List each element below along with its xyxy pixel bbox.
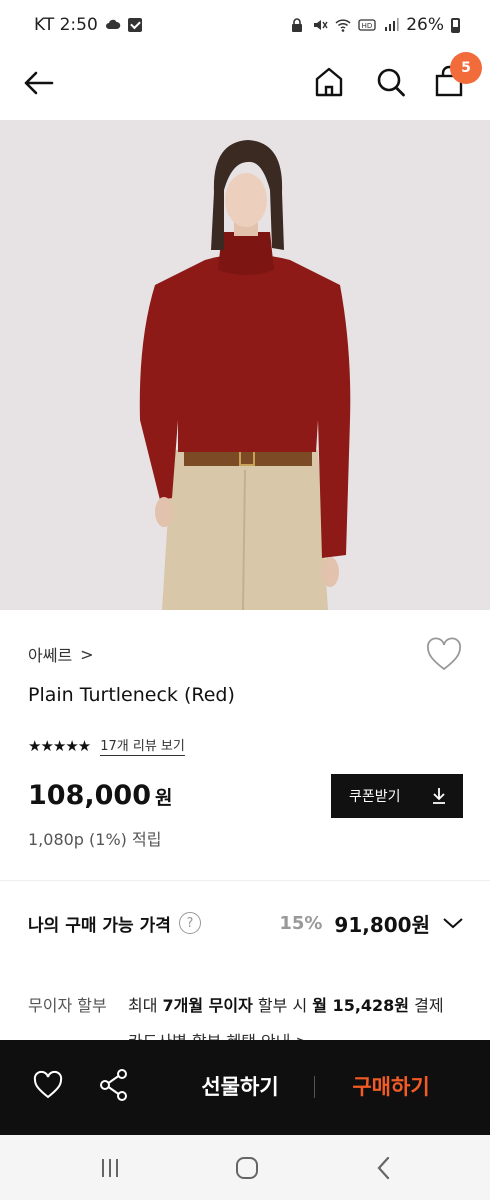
installment-row: 무이자 할부 최대 7개월 무이자 할부 시 월 15,428원 결제 — [28, 992, 468, 1016]
download-icon — [433, 788, 445, 804]
status-bar: KT 2:50 HD 26% — [0, 0, 490, 50]
product-name: Plain Turtleneck (Red) — [28, 684, 235, 706]
checkbox-notification-icon — [127, 18, 142, 32]
price-unit: 원 — [154, 787, 173, 809]
wifi-icon — [335, 19, 351, 32]
back-icon[interactable] — [372, 1155, 398, 1181]
coupon-label: 쿠폰받기 — [349, 789, 401, 805]
discount-rate: 15% — [279, 912, 323, 934]
carrier-time: KT 2:50 — [34, 15, 98, 35]
svg-text:HD: HD — [362, 22, 373, 30]
product-image[interactable] — [0, 120, 490, 610]
top-nav: 5 — [0, 50, 490, 118]
member-price-right: 15% 91,800원 — [279, 909, 464, 938]
member-price-label: 나의 구매 가능 가격 — [28, 915, 171, 936]
price-value: 108,000 — [28, 780, 151, 811]
brand-link[interactable]: 아쎄르 > — [28, 642, 94, 666]
installment-label: 무이자 할부 — [28, 996, 107, 1015]
installment-text: 최대 7개월 무이자 할부 시 월 15,428원 결제 — [128, 996, 444, 1015]
chevron-down-icon[interactable] — [442, 916, 464, 930]
lock-icon — [292, 18, 303, 32]
hd-icon: HD — [358, 19, 376, 31]
back-arrow-icon[interactable] — [20, 64, 58, 102]
member-price-value: 91,800원 — [334, 912, 430, 937]
rating-stars: ★★★★★ — [28, 736, 91, 755]
gift-button[interactable]: 선물하기 — [170, 1062, 310, 1110]
home-circle-icon[interactable] — [234, 1155, 260, 1181]
wishlist-heart-icon[interactable] — [424, 636, 464, 674]
chevron-right-icon: > — [80, 644, 94, 664]
home-icon[interactable] — [312, 64, 346, 100]
points-earned: 1,080p (1%) 적립 — [28, 830, 162, 849]
help-icon[interactable]: ? — [178, 912, 201, 934]
product-price: 108,000 원 — [28, 780, 172, 811]
separator — [314, 1076, 315, 1098]
search-icon[interactable] — [374, 64, 408, 100]
bottom-action-bar: 선물하기 구매하기 — [0, 1040, 490, 1135]
cloud-icon — [105, 19, 121, 29]
divider — [0, 880, 490, 881]
signal-icon — [385, 18, 399, 31]
status-right: HD 26% — [289, 15, 460, 35]
rating-row: ★★★★★ 17개 리뷰 보기 — [28, 735, 185, 756]
battery-percent: 26% — [406, 15, 444, 35]
get-coupon-button[interactable]: 쿠폰받기 — [331, 774, 463, 818]
buy-button[interactable]: 구매하기 — [320, 1062, 462, 1110]
product-photo-illustration — [0, 120, 490, 610]
brand-name: 아쎄르 — [28, 646, 73, 665]
member-price-row[interactable]: 나의 구매 가능 가격 ? 15% 91,800원 — [28, 906, 464, 940]
heart-icon[interactable] — [32, 1070, 64, 1100]
share-icon[interactable] — [98, 1068, 130, 1102]
status-left: KT 2:50 — [34, 15, 142, 35]
review-link[interactable]: 17개 리뷰 보기 — [100, 735, 185, 756]
cart-count-badge[interactable]: 5 — [450, 52, 482, 84]
battery-icon — [451, 17, 460, 33]
system-nav-bar — [0, 1135, 490, 1200]
mute-icon — [314, 20, 328, 30]
recent-apps-icon[interactable] — [97, 1155, 123, 1181]
